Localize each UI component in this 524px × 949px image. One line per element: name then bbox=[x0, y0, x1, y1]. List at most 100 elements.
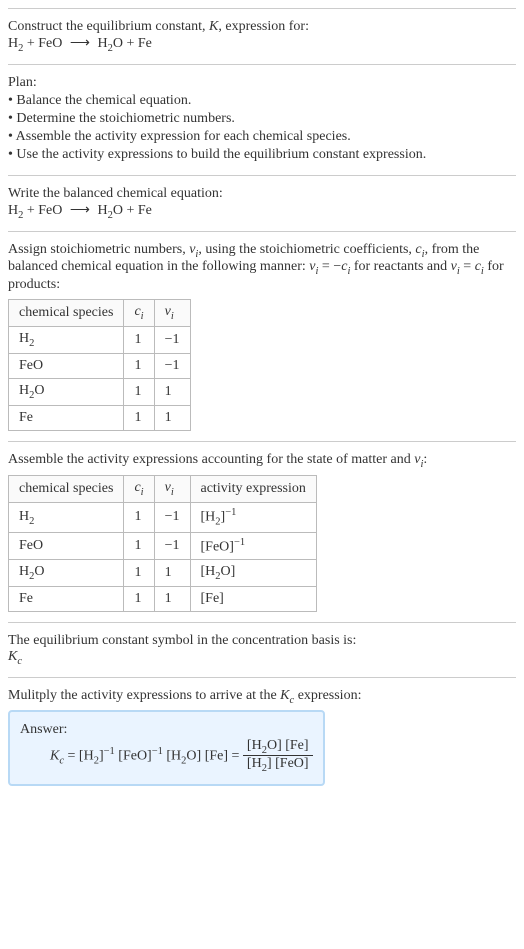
product: H bbox=[94, 36, 108, 51]
plan-title: Plan: bbox=[8, 75, 516, 91]
plan-item: • Assemble the activity expression for e… bbox=[8, 129, 516, 145]
reactant: + FeO bbox=[23, 36, 66, 51]
nu-cell: −1 bbox=[154, 503, 190, 532]
col-nu: νi bbox=[154, 476, 190, 503]
text: Assign stoichiometric numbers, bbox=[8, 242, 189, 257]
table-row: FeO 1 −1 [FeO]−1 bbox=[9, 532, 317, 560]
act: [H bbox=[201, 510, 216, 525]
intro-section: Construct the equilibrium constant, K, e… bbox=[8, 8, 516, 64]
text: , using the stoichiometric coefficients, bbox=[198, 242, 415, 257]
text: = − bbox=[318, 259, 341, 274]
product: O + Fe bbox=[113, 203, 152, 218]
fraction: [H2O] [Fe][H2] [FeO] bbox=[243, 738, 313, 775]
species: H bbox=[19, 564, 29, 579]
kc-symbol: K bbox=[50, 748, 59, 763]
species-cell: H2O bbox=[9, 378, 124, 405]
c-cell: 1 bbox=[124, 503, 154, 532]
sub-i: i bbox=[171, 311, 174, 322]
numerator: [H2O] [Fe] bbox=[243, 738, 313, 757]
species: O bbox=[34, 564, 44, 579]
eq-part: [FeO] bbox=[115, 748, 152, 763]
activity-cell: [FeO]−1 bbox=[190, 532, 316, 560]
nu-cell: −1 bbox=[154, 532, 190, 560]
nu-cell: −1 bbox=[154, 326, 190, 353]
species: H bbox=[19, 331, 29, 346]
species: O bbox=[34, 383, 44, 398]
reaction-arrow-icon: ⟶ bbox=[70, 203, 90, 218]
plan-item: • Balance the chemical equation. bbox=[8, 93, 516, 109]
eq-part: [H bbox=[163, 748, 181, 763]
symbol-section: The equilibrium constant symbol in the c… bbox=[8, 622, 516, 677]
col-species: chemical species bbox=[9, 300, 124, 327]
activity-section: Assemble the activity expressions accoun… bbox=[8, 441, 516, 623]
reactant: + FeO bbox=[23, 203, 66, 218]
c-cell: 1 bbox=[124, 587, 154, 612]
table-row: H2 1 −1 [H2]−1 bbox=[9, 503, 317, 532]
c-cell: 1 bbox=[124, 405, 154, 430]
act: [H bbox=[201, 564, 216, 579]
table-row: H2O 1 1 bbox=[9, 378, 191, 405]
table-row: H2 1 −1 bbox=[9, 326, 191, 353]
species-cell: FeO bbox=[9, 353, 124, 378]
balanced-title: Write the balanced chemical equation: bbox=[8, 186, 516, 202]
species-cell: Fe bbox=[9, 405, 124, 430]
activity-cell: [H2]−1 bbox=[190, 503, 316, 532]
eq-part: [H bbox=[247, 738, 262, 753]
species-cell: H2O bbox=[9, 560, 124, 587]
sub-i: i bbox=[141, 487, 144, 498]
answer-label: Answer: bbox=[20, 722, 313, 738]
c-cell: 1 bbox=[124, 326, 154, 353]
exponent: −1 bbox=[234, 537, 245, 548]
answer-box: Answer: Kc = [H2]−1 [FeO]−1 [H2O] [Fe] =… bbox=[8, 710, 325, 787]
plan-item: • Use the activity expressions to build … bbox=[8, 147, 516, 163]
intro-text-b: , expression for: bbox=[218, 19, 309, 34]
plan-section: Plan: • Balance the chemical equation. •… bbox=[8, 64, 516, 175]
exponent: −1 bbox=[225, 507, 236, 518]
table-row: FeO 1 −1 bbox=[9, 353, 191, 378]
product: H bbox=[94, 203, 108, 218]
reactant: H bbox=[8, 203, 18, 218]
sub-i: i bbox=[171, 487, 174, 498]
subscript: 2 bbox=[29, 338, 34, 349]
nu-cell: −1 bbox=[154, 353, 190, 378]
col-species: chemical species bbox=[9, 476, 124, 503]
act: O] bbox=[221, 564, 236, 579]
nu-cell: 1 bbox=[154, 587, 190, 612]
nu-cell: 1 bbox=[154, 560, 190, 587]
balanced-section: Write the balanced chemical equation: H2… bbox=[8, 175, 516, 231]
stoich-table: chemical species ci νi H2 1 −1 FeO 1 −1 … bbox=[8, 299, 191, 430]
eq-part: O] [Fe] = bbox=[186, 748, 243, 763]
species-cell: H2 bbox=[9, 503, 124, 532]
text: for reactants and bbox=[350, 259, 450, 274]
sub-i: i bbox=[141, 311, 144, 322]
stoich-text: Assign stoichiometric numbers, νi, using… bbox=[8, 242, 516, 294]
species: H bbox=[19, 509, 29, 524]
text: : bbox=[423, 452, 427, 467]
c-cell: 1 bbox=[124, 532, 154, 560]
text: = bbox=[460, 259, 475, 274]
col-c: ci bbox=[124, 300, 154, 327]
table-row: Fe 1 1 [Fe] bbox=[9, 587, 317, 612]
table-row: H2O 1 1 [H2O] bbox=[9, 560, 317, 587]
plan-item: • Determine the stoichiometric numbers. bbox=[8, 111, 516, 127]
answer-equation: Kc = [H2]−1 [FeO]−1 [H2O] [Fe] = [H2O] [… bbox=[20, 738, 313, 775]
symbol-text: The equilibrium constant symbol in the c… bbox=[8, 633, 516, 649]
c-cell: 1 bbox=[124, 353, 154, 378]
eq-part: ] [FeO] bbox=[267, 756, 309, 771]
nu-cell: 1 bbox=[154, 405, 190, 430]
k-symbol: K bbox=[209, 19, 218, 34]
eq-part: O] [Fe] bbox=[267, 738, 309, 753]
kc-symbol: K bbox=[8, 649, 17, 664]
eq-part: = [H bbox=[64, 748, 94, 763]
col-nu: νi bbox=[154, 300, 190, 327]
table-header-row: chemical species ci νi activity expressi… bbox=[9, 476, 317, 503]
subscript: c bbox=[17, 656, 22, 667]
species-cell: Fe bbox=[9, 587, 124, 612]
plan-list: • Balance the chemical equation. • Deter… bbox=[8, 93, 516, 163]
subscript: 2 bbox=[29, 515, 34, 526]
c-cell: 1 bbox=[124, 378, 154, 405]
eq-part: [H bbox=[247, 756, 262, 771]
activity-cell: [H2O] bbox=[190, 560, 316, 587]
intro-text: Construct the equilibrium constant, bbox=[8, 19, 209, 34]
exponent: −1 bbox=[104, 746, 115, 757]
